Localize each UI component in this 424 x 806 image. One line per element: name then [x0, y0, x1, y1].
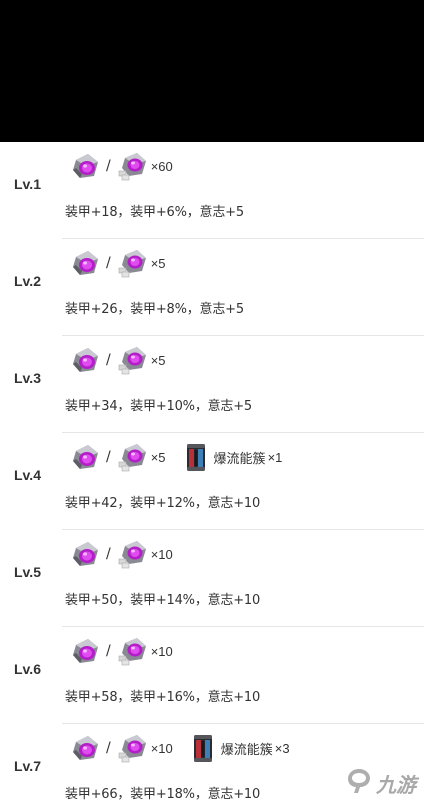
- level-row-4: Lv.4 / ×5 爆流能簇 ×1 装甲+42，装甲+12%，意志+10: [0, 433, 424, 530]
- upgrade-table: Lv.1 / ×60 装甲+18，装甲+6%，意志+5 Lv.2 / ×5 装甲…: [0, 142, 424, 806]
- extra-material: 爆流能簇 ×1: [180, 441, 283, 473]
- watermark-text: 九游: [376, 772, 416, 797]
- stats-text: 装甲+42，装甲+12%，意志+10: [65, 496, 261, 511]
- purple-crystal-icon: [70, 635, 102, 667]
- separator: /: [106, 449, 111, 465]
- level-label: Lv.2: [14, 273, 41, 289]
- separator: /: [106, 643, 111, 659]
- separator: /: [106, 546, 111, 562]
- separator: /: [106, 740, 111, 756]
- energy-canister-icon: [180, 441, 212, 473]
- materials: / ×60: [70, 150, 173, 182]
- extra-material-quantity: ×3: [274, 740, 290, 756]
- level-label: Lv.1: [14, 176, 41, 192]
- extra-material: 爆流能簇 ×3: [187, 732, 290, 764]
- material-quantity: ×5: [150, 352, 166, 368]
- level-row-2: Lv.2 / ×5 装甲+26，装甲+8%，意志+5: [0, 239, 424, 336]
- materials: / ×10: [70, 635, 173, 667]
- materials: / ×5: [70, 247, 166, 279]
- purple-crystal-silver-icon: [117, 538, 149, 570]
- extra-material-quantity: ×1: [267, 449, 283, 465]
- purple-crystal-silver-icon: [117, 732, 149, 764]
- extra-material-name: 爆流能簇: [213, 450, 266, 466]
- material-quantity: ×5: [150, 449, 166, 465]
- purple-crystal-icon: [70, 441, 102, 473]
- purple-crystal-icon: [70, 247, 102, 279]
- watermark: 九游: [344, 766, 416, 800]
- level-row-3: Lv.3 / ×5 装甲+34，装甲+10%，意志+5: [0, 336, 424, 433]
- materials: / ×10: [70, 538, 173, 570]
- purple-crystal-icon: [70, 344, 102, 376]
- purple-crystal-silver-icon: [117, 247, 149, 279]
- separator: /: [106, 255, 111, 271]
- purple-crystal-silver-icon: [117, 344, 149, 376]
- energy-canister-icon: [187, 732, 219, 764]
- purple-crystal-icon: [70, 150, 102, 182]
- purple-crystal-silver-icon: [117, 635, 149, 667]
- material-quantity: ×5: [150, 255, 166, 271]
- jiuyou-logo-icon: [344, 766, 374, 800]
- materials: / ×5: [70, 344, 166, 376]
- level-label: Lv.3: [14, 370, 41, 386]
- separator: /: [106, 158, 111, 174]
- materials: / ×5 爆流能簇 ×1: [70, 441, 282, 473]
- purple-crystal-silver-icon: [117, 150, 149, 182]
- stats-text: 装甲+66，装甲+18%，意志+10: [65, 787, 261, 802]
- stats-text: 装甲+18，装甲+6%，意志+5: [65, 205, 244, 220]
- material-quantity: ×10: [150, 546, 173, 562]
- purple-crystal-icon: [70, 538, 102, 570]
- material-quantity: ×60: [150, 158, 173, 174]
- level-label: Lv.7: [14, 758, 41, 774]
- level-label: Lv.4: [14, 467, 41, 483]
- purple-crystal-silver-icon: [117, 441, 149, 473]
- level-row-1: Lv.1 / ×60 装甲+18，装甲+6%，意志+5: [0, 142, 424, 239]
- stats-text: 装甲+50，装甲+14%，意志+10: [65, 593, 261, 608]
- level-label: Lv.6: [14, 661, 41, 677]
- stats-text: 装甲+58，装甲+16%，意志+10: [65, 690, 261, 705]
- extra-material-name: 爆流能簇: [220, 741, 273, 757]
- level-label: Lv.5: [14, 564, 41, 580]
- level-row-6: Lv.6 / ×10 装甲+58，装甲+16%，意志+10: [0, 627, 424, 724]
- separator: /: [106, 352, 111, 368]
- stats-text: 装甲+26，装甲+8%，意志+5: [65, 302, 244, 317]
- top-black-banner: [0, 0, 424, 142]
- purple-crystal-icon: [70, 732, 102, 764]
- level-row-5: Lv.5 / ×10 装甲+50，装甲+14%，意志+10: [0, 530, 424, 627]
- stats-text: 装甲+34，装甲+10%，意志+5: [65, 399, 252, 414]
- material-quantity: ×10: [150, 643, 173, 659]
- materials: / ×10 爆流能簇 ×3: [70, 732, 290, 764]
- material-quantity: ×10: [150, 740, 173, 756]
